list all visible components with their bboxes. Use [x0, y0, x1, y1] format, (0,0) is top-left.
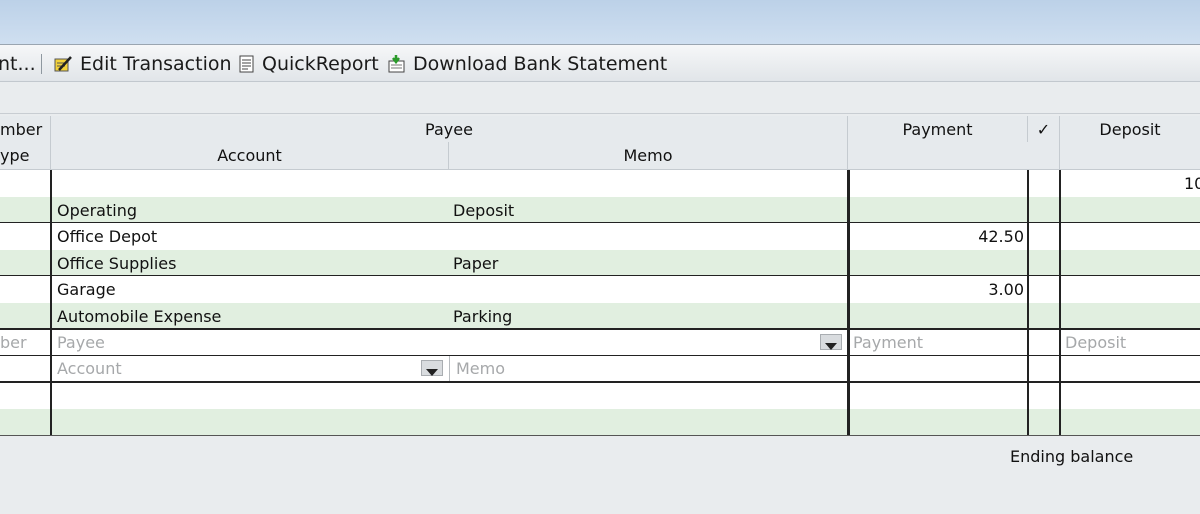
header-payee[interactable]: Payee [51, 116, 848, 143]
table-row[interactable]: Automobile Expense Parking [0, 303, 1200, 330]
toolbar-separator [41, 54, 42, 74]
header-row-2: ype Account Memo [0, 142, 1200, 170]
register-bottom-border [0, 435, 1200, 436]
header-row-1: mber Payee Payment ✓ Deposit [0, 116, 1200, 144]
header-payment[interactable]: Payment [848, 116, 1028, 143]
header-type[interactable]: ype [0, 142, 51, 169]
number-input[interactable]: ber [0, 330, 51, 355]
header-deposit[interactable]: Deposit [1060, 116, 1200, 143]
download-icon [388, 55, 405, 73]
table-row[interactable]: 10 [0, 170, 1200, 197]
new-entry-row-2[interactable]: Account Memo [0, 356, 1200, 381]
account-cell: Office Supplies [57, 254, 177, 273]
header-cleared-check[interactable]: ✓ [1028, 116, 1060, 143]
download-bank-statement-button[interactable]: Download Bank Statement [413, 45, 667, 83]
column-divider [449, 356, 450, 381]
chevron-down-icon [426, 369, 438, 376]
payment-amount: 3.00 [988, 280, 1024, 299]
header-blank-1 [848, 142, 1060, 169]
payee-cell: Office Depot [57, 227, 158, 246]
column-divider [847, 170, 850, 435]
memo-cell: Parking [453, 307, 513, 326]
register-toolbar: nt... Edit Transaction QuickReport Downl… [0, 44, 1200, 82]
memo-cell: Paper [453, 254, 499, 273]
toolbar-truncated-button[interactable]: nt... [0, 45, 36, 83]
header-number[interactable]: mber [0, 116, 51, 143]
edit-icon [54, 56, 72, 72]
empty-row [0, 409, 1200, 435]
payee-input[interactable]: Payee [57, 330, 817, 355]
account-dropdown-button[interactable] [421, 360, 443, 376]
header-account[interactable]: Account [51, 142, 449, 169]
memo-input[interactable]: Memo [456, 356, 841, 381]
column-divider [1059, 170, 1061, 435]
column-divider [1027, 170, 1029, 435]
account-cell: Automobile Expense [57, 307, 222, 326]
payee-dropdown-button[interactable] [820, 334, 842, 350]
table-row[interactable]: Garage 3.00 [0, 276, 1200, 303]
window-title-bar [0, 0, 1200, 44]
new-entry-row[interactable]: ber Payee Payment Deposit [0, 330, 1200, 355]
header-blank-2 [1060, 142, 1200, 169]
payment-input[interactable]: Payment [853, 330, 1023, 355]
payment-amount: 42.50 [978, 227, 1024, 246]
account-input[interactable]: Account [57, 356, 417, 381]
memo-cell: Deposit [453, 201, 515, 220]
chevron-down-icon [825, 343, 837, 350]
quickreport-button[interactable]: QuickReport [262, 45, 379, 83]
report-icon [239, 55, 254, 73]
transaction-register: mber Payee Payment ✓ Deposit ype Account… [0, 113, 1200, 436]
header-memo[interactable]: Memo [449, 142, 848, 169]
ending-balance-label: Ending balance [1010, 447, 1134, 466]
deposit-amount: 10 [1184, 174, 1200, 193]
deposit-input[interactable]: Deposit [1065, 330, 1200, 355]
column-divider [50, 170, 52, 435]
table-row[interactable]: Office Supplies Paper [0, 250, 1200, 277]
table-row[interactable]: Operating Deposit [0, 197, 1200, 224]
edit-transaction-button[interactable]: Edit Transaction [80, 45, 232, 83]
empty-row [0, 383, 1200, 409]
payee-cell: Garage [57, 280, 116, 299]
account-cell: Operating [57, 201, 137, 220]
table-row[interactable]: Office Depot 42.50 [0, 223, 1200, 250]
